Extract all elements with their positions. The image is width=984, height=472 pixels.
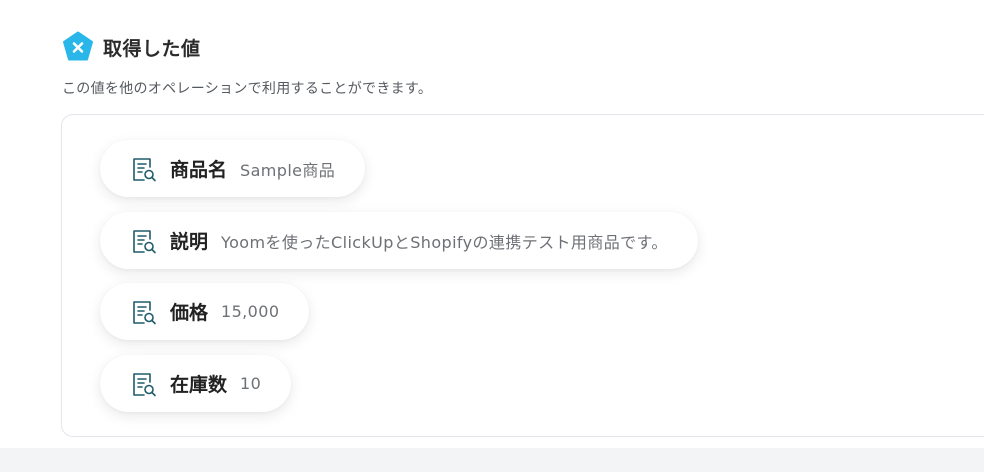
section-description: この値を他のオペレーションで利用することができます。 bbox=[62, 81, 433, 97]
document-search-icon bbox=[130, 227, 158, 255]
value-chip-inventory[interactable]: 在庫数 10 bbox=[100, 355, 292, 412]
document-search-icon bbox=[130, 155, 158, 183]
section-title: 取得した値 bbox=[103, 37, 201, 60]
section-header: 取得した値 bbox=[62, 31, 201, 63]
value-text: Sample商品 bbox=[240, 160, 336, 180]
page-bottom-bar bbox=[0, 448, 984, 472]
value-text: 10 bbox=[240, 374, 262, 393]
value-chip-product-name[interactable]: 商品名 Sample商品 bbox=[100, 140, 366, 197]
value-text: 15,000 bbox=[221, 302, 280, 321]
document-search-icon bbox=[130, 370, 158, 398]
value-text: Yoomを使ったClickUpとShopifyの連携テスト用商品です。 bbox=[221, 232, 668, 252]
values-panel: 商品名 Sample商品 説明 Yoomを使ったClickUpとShopifyの… bbox=[61, 114, 984, 437]
value-label: 価格 bbox=[170, 302, 209, 324]
value-chip-description[interactable]: 説明 Yoomを使ったClickUpとShopifyの連携テスト用商品です。 bbox=[100, 212, 698, 269]
value-chip-price[interactable]: 価格 15,000 bbox=[100, 283, 310, 340]
yoom-x-logo-icon bbox=[62, 31, 94, 63]
value-label: 説明 bbox=[170, 231, 209, 253]
value-label: 在庫数 bbox=[170, 374, 228, 396]
value-label: 商品名 bbox=[170, 159, 228, 181]
document-search-icon bbox=[130, 298, 158, 326]
